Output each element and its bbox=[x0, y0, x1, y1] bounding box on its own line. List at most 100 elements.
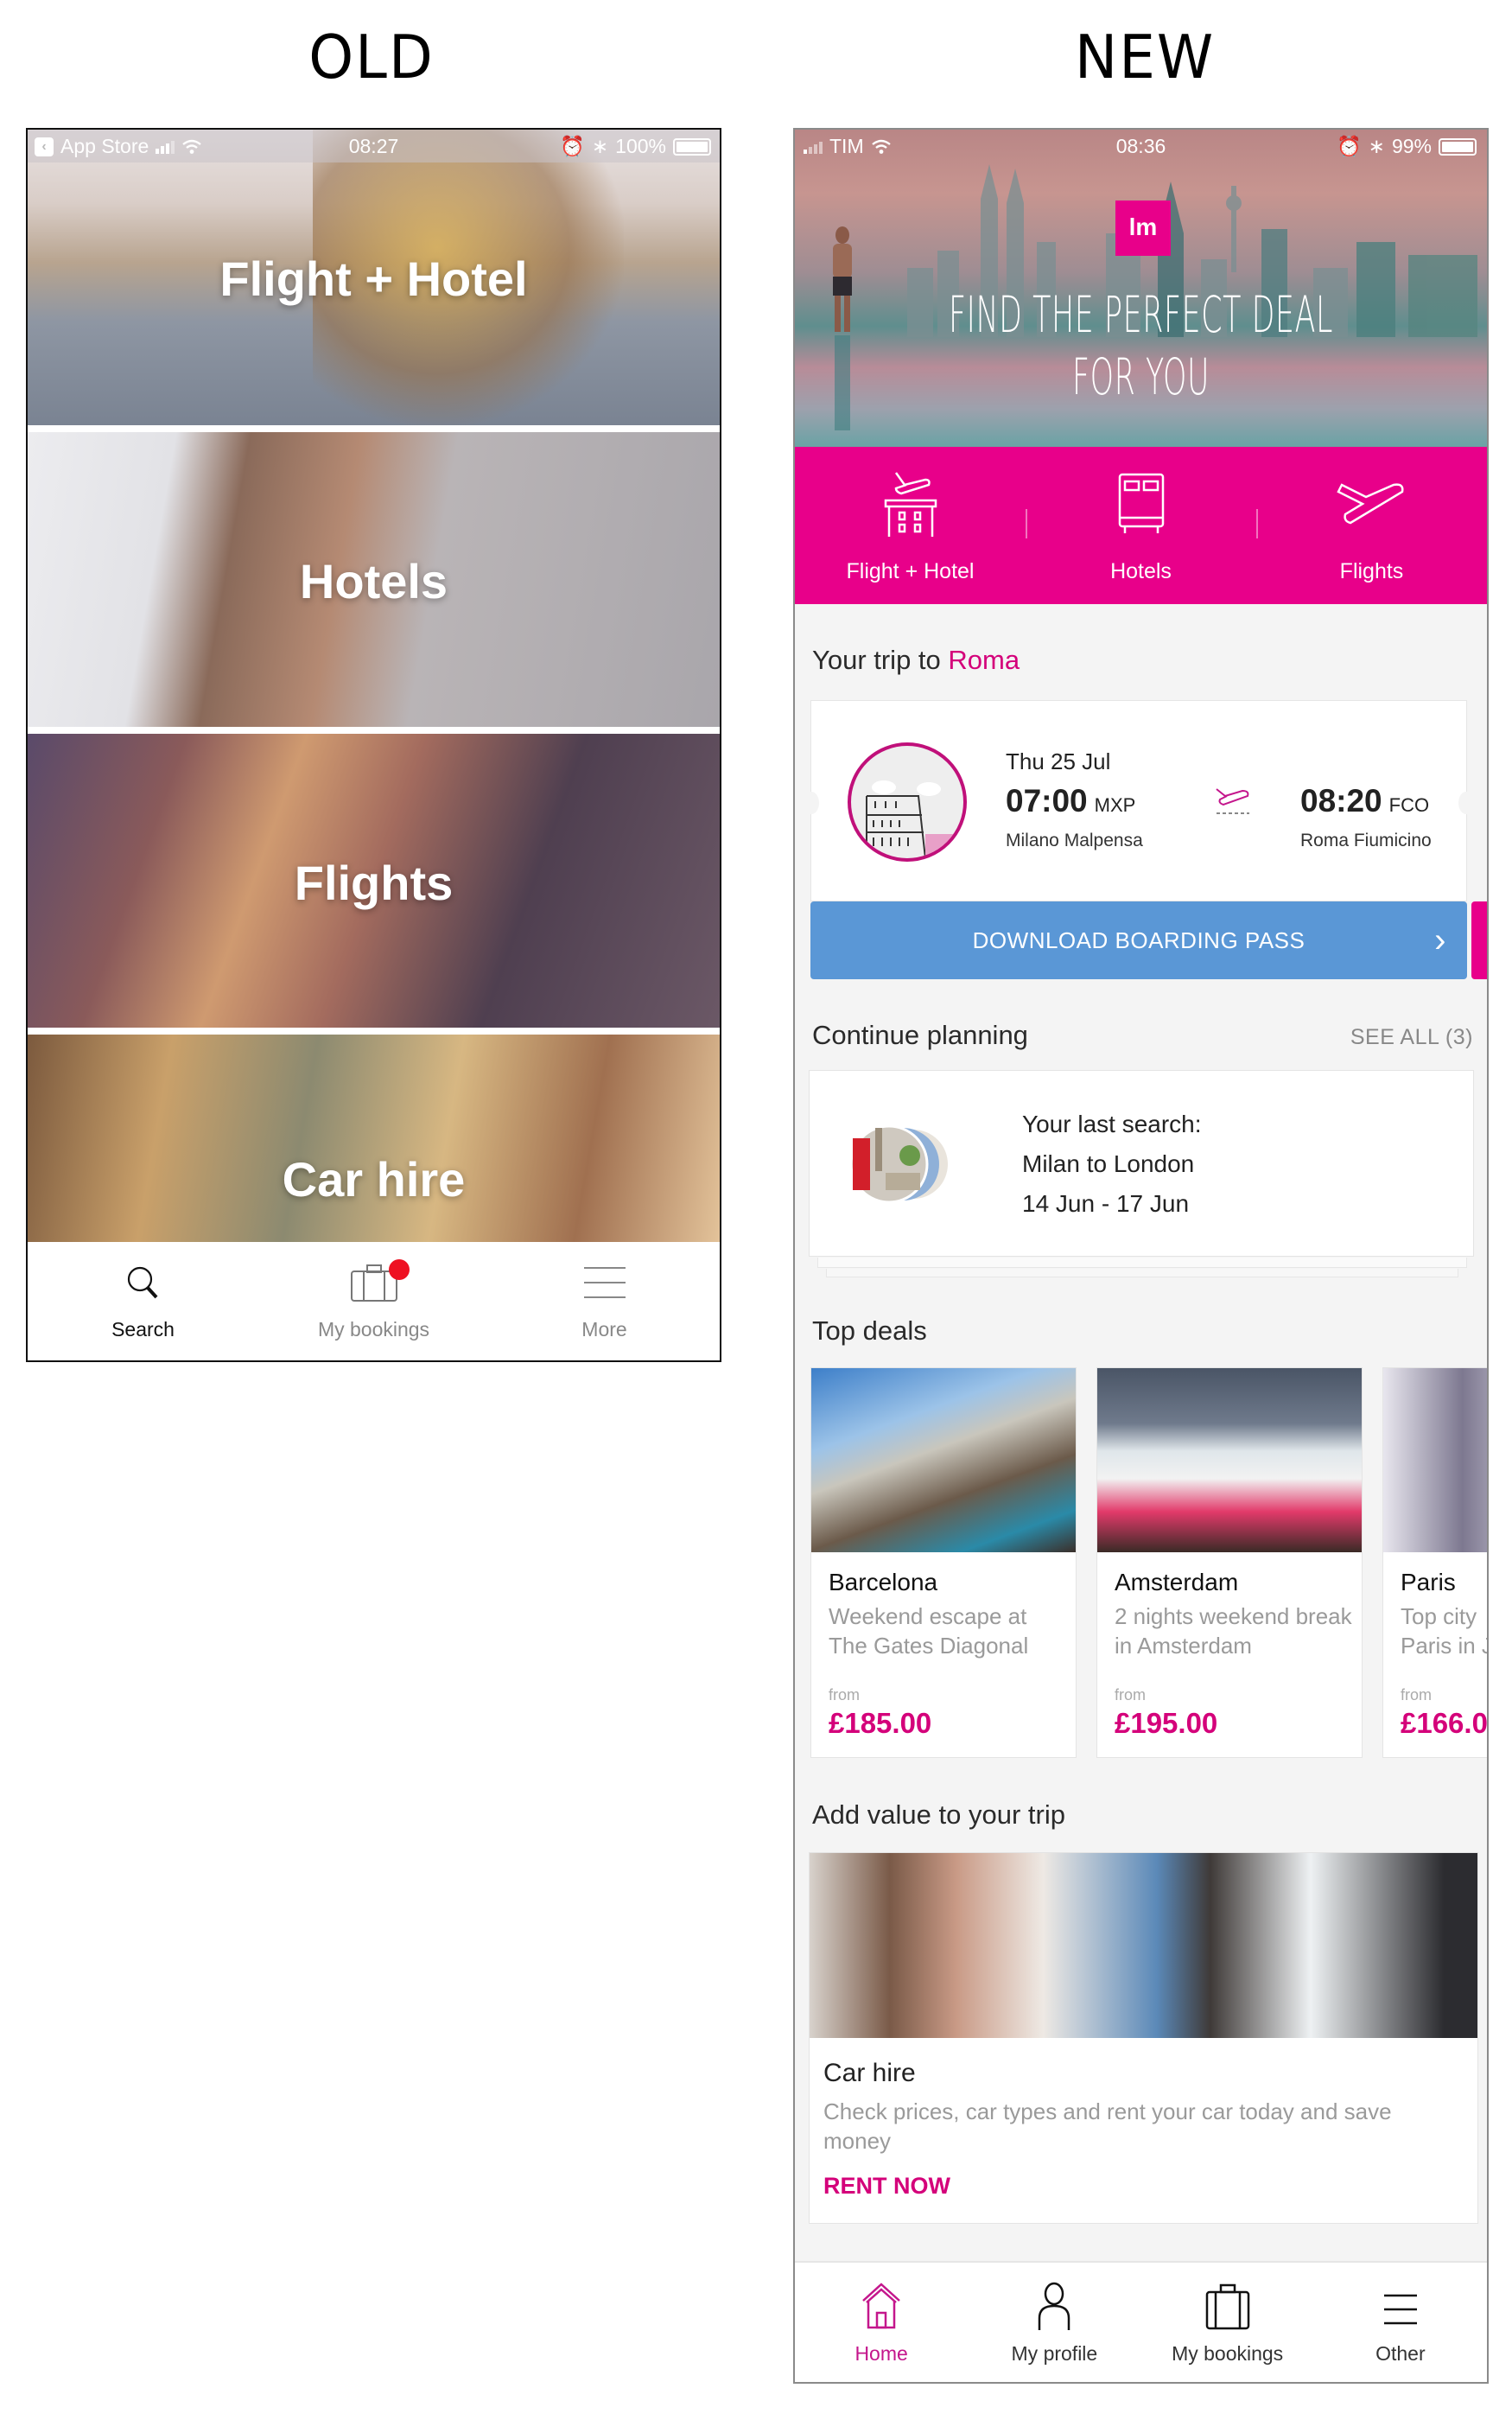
arrival-time: 08:20 bbox=[1300, 783, 1382, 818]
nav-label: Home bbox=[854, 2342, 908, 2365]
addon-section-title: Add value to your trip bbox=[812, 1799, 1065, 1830]
notification-badge bbox=[389, 1259, 410, 1280]
bed-icon bbox=[1118, 473, 1164, 533]
bottom-nav: Search My bookings More bbox=[28, 1242, 720, 1360]
download-boarding-pass-button[interactable]: DOWNLOAD BOARDING PASS › bbox=[810, 901, 1467, 979]
addon-card-description: Check prices, car types and rent your ca… bbox=[823, 2098, 1392, 2154]
departure-airport: Milano Malpensa bbox=[1006, 831, 1143, 850]
old-app-screen: ‹ App Store 08:27 ⏰ ∗ 100% Flight + Hote… bbox=[26, 128, 721, 1362]
deal-description: Top city Paris in J bbox=[1401, 1603, 1489, 1659]
deal-from-label: from bbox=[829, 1686, 860, 1704]
deal-from-label: from bbox=[1401, 1686, 1432, 1704]
battery-icon bbox=[673, 137, 711, 156]
deal-description: 2 nights weekend break in Amsterdam bbox=[1115, 1603, 1352, 1659]
tile-label: Hotels bbox=[299, 554, 448, 608]
deal-card[interactable]: Amsterdam 2 nights weekend break in Amst… bbox=[1096, 1367, 1363, 1758]
menu-icon bbox=[1383, 2294, 1417, 2325]
deal-city: Barcelona bbox=[829, 1569, 938, 1595]
hero-title-line1: Find the perfect deal bbox=[948, 285, 1333, 344]
bluetooth-icon: ∗ bbox=[591, 135, 609, 157]
trip-date: Thu 25 Jul bbox=[1006, 748, 1111, 774]
trip-title-prefix: Your trip to bbox=[812, 645, 941, 675]
deal-price: £195.00 bbox=[1115, 1707, 1218, 1739]
flight-hotel-icon bbox=[884, 472, 937, 537]
person-icon bbox=[1039, 2282, 1070, 2330]
category-label: Flights bbox=[1339, 559, 1404, 583]
deal-card[interactable]: Barcelona Weekend escape at The Gates Di… bbox=[810, 1367, 1077, 1758]
deal-image-amsterdam bbox=[1097, 1368, 1362, 1552]
nav-label: My bookings bbox=[317, 1318, 430, 1341]
tile-flight-hotel[interactable]: Flight + Hotel bbox=[28, 130, 720, 425]
category-label: Flight + Hotel bbox=[846, 559, 975, 583]
trip-section-title: Your trip to Roma bbox=[812, 645, 1020, 676]
hero-title: Find the perfect deal for you bbox=[933, 283, 1349, 408]
category-label: Hotels bbox=[1110, 559, 1172, 583]
next-trip-card-peek[interactable] bbox=[1471, 901, 1487, 979]
ticket-notch bbox=[804, 792, 819, 814]
card-stack-shadow bbox=[826, 1269, 1458, 1277]
departure: 07:00 MXP bbox=[1006, 783, 1135, 819]
bottom-nav: Home My profile My bookings Other bbox=[795, 2261, 1487, 2382]
nav-home[interactable]: Home bbox=[795, 2263, 968, 2382]
status-bar: TIM 08:36 ⏰ ∗ 99% bbox=[795, 130, 1487, 164]
nav-my-bookings[interactable]: My bookings bbox=[258, 1242, 489, 1360]
status-bar: ‹ App Store 08:27 ⏰ ∗ 100% bbox=[28, 130, 720, 162]
tile-label: Car hire bbox=[282, 1152, 466, 1207]
old-heading: OLD bbox=[308, 22, 435, 92]
man-silhouette bbox=[833, 226, 852, 430]
last-search-dates: 14 Jun - 17 Jun bbox=[1022, 1190, 1190, 1217]
nav-label: My bookings bbox=[1172, 2342, 1284, 2365]
deal-from-label: from bbox=[1115, 1686, 1146, 1704]
tile-label: Flight + Hotel bbox=[219, 252, 528, 306]
flight-path-icon bbox=[1216, 788, 1249, 814]
nav-label: My profile bbox=[1011, 2342, 1098, 2365]
deal-image-barcelona bbox=[811, 1368, 1076, 1552]
arrival-airport: Roma Fiumicino bbox=[1300, 831, 1432, 850]
category-flight-hotel[interactable]: Flight + Hotel bbox=[795, 447, 1026, 604]
tile-flights[interactable]: Flights bbox=[28, 734, 720, 1028]
deal-city: Paris bbox=[1401, 1569, 1456, 1595]
chevron-right-icon: › bbox=[1434, 921, 1446, 959]
london-photo-stack bbox=[849, 1124, 948, 1204]
see-all-link[interactable]: SEE ALL (3) bbox=[1350, 1025, 1473, 1050]
nav-my-bookings[interactable]: My bookings bbox=[1141, 2263, 1314, 2382]
nav-search[interactable]: Search bbox=[28, 1242, 258, 1360]
new-app-screen: TIM 08:36 ⏰ ∗ 99% lm Find the perfect de… bbox=[793, 128, 1489, 2384]
alarm-icon: ⏰ bbox=[560, 135, 585, 157]
departure-time: 07:00 bbox=[1006, 783, 1088, 818]
battery-icon bbox=[1439, 137, 1477, 156]
bluetooth-icon: ∗ bbox=[1368, 135, 1385, 157]
battery-percent: 99% bbox=[1391, 135, 1432, 157]
nav-other[interactable]: Other bbox=[1314, 2263, 1487, 2382]
deal-card[interactable]: Paris Top city Paris in J from £166.00 bbox=[1382, 1367, 1489, 1758]
tile-hotels[interactable]: Hotels bbox=[28, 432, 720, 727]
plane-icon bbox=[1336, 483, 1404, 525]
last-search-label: Your last search: bbox=[1022, 1111, 1202, 1137]
menu-icon bbox=[583, 1267, 626, 1298]
last-search-card[interactable]: Your last search: Milan to London 14 Jun… bbox=[809, 1070, 1474, 1257]
nav-my-profile[interactable]: My profile bbox=[968, 2263, 1140, 2382]
car-hire-image bbox=[810, 1853, 1477, 2038]
ticket-notch bbox=[1458, 792, 1474, 814]
arrival-code: FCO bbox=[1388, 794, 1430, 816]
rent-now-link[interactable]: RENT NOW bbox=[823, 2173, 950, 2200]
suitcase-icon bbox=[1205, 2283, 1249, 2330]
hero-banner: TIM 08:36 ⏰ ∗ 99% lm Find the perfect de… bbox=[795, 130, 1487, 447]
tile-car-hire[interactable]: Car hire bbox=[28, 1035, 720, 1244]
deal-description: Weekend escape at The Gates Diagonal bbox=[829, 1603, 1029, 1659]
nav-more[interactable]: More bbox=[489, 1242, 720, 1360]
deal-image-paris bbox=[1383, 1368, 1487, 1552]
new-heading: NEW bbox=[1074, 22, 1216, 92]
battery-percent: 100% bbox=[615, 135, 666, 157]
planning-section-title: Continue planning bbox=[812, 1020, 1028, 1050]
last-search-route: Milan to London bbox=[1022, 1150, 1195, 1177]
brand-logo[interactable]: lm bbox=[1115, 201, 1171, 256]
category-flights[interactable]: Flights bbox=[1256, 447, 1487, 604]
category-hotels[interactable]: Hotels bbox=[1026, 447, 1256, 604]
car-hire-card[interactable]: Car hire Check prices, car types and ren… bbox=[809, 1852, 1478, 2224]
trip-card[interactable]: Thu 25 Jul 07:00 MXP Milano Malpensa 08:2… bbox=[804, 700, 1474, 901]
button-label: DOWNLOAD BOARDING PASS bbox=[972, 927, 1306, 953]
nav-label: More bbox=[581, 1318, 627, 1341]
trip-destination: Roma bbox=[948, 645, 1020, 675]
card-stack-shadow bbox=[817, 1258, 1467, 1268]
